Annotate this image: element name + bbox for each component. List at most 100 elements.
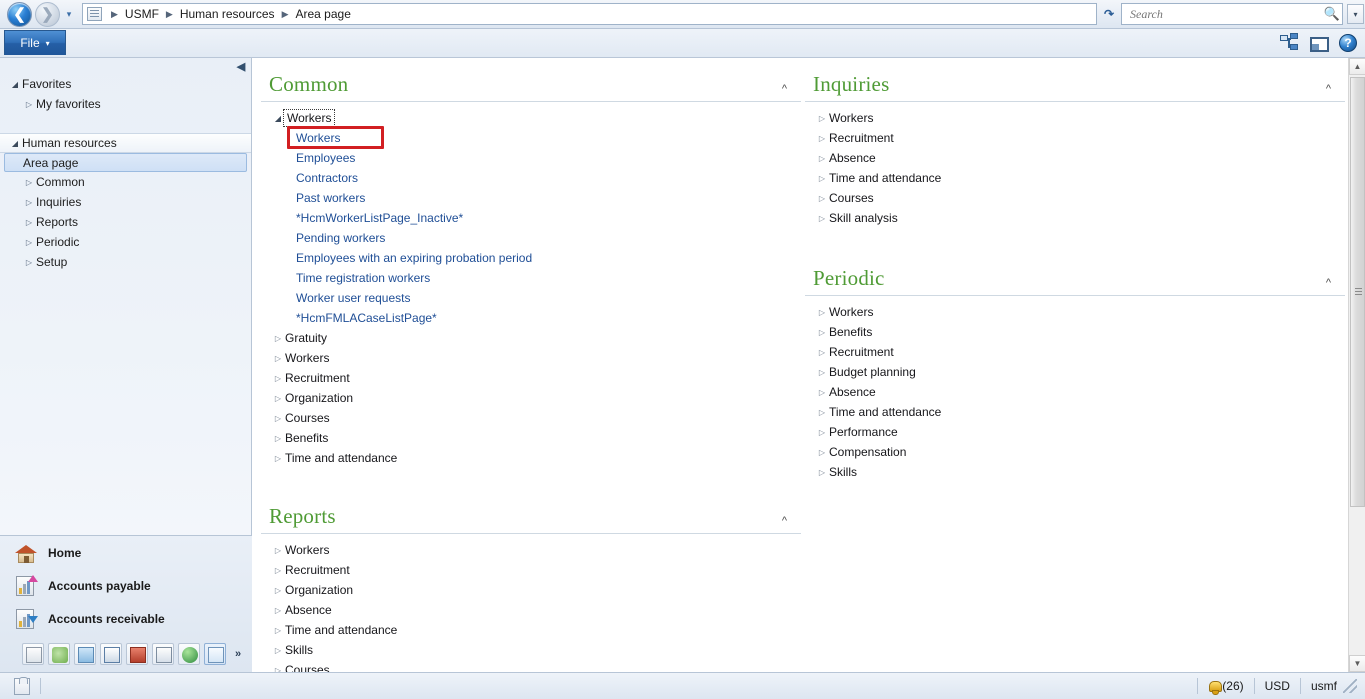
expander-icon[interactable]: ▷: [815, 448, 829, 457]
link-worker-user-requests[interactable]: Worker user requests: [261, 288, 801, 308]
expander-icon[interactable]: ▷: [815, 134, 829, 143]
magnifier-icon[interactable]: 🔍: [1322, 6, 1342, 22]
expander-icon[interactable]: ▷: [271, 434, 285, 443]
expander-icon[interactable]: ▷: [22, 178, 36, 187]
sidebar-item-my-favorites[interactable]: ▷ My favorites: [0, 94, 251, 114]
section-collapse-icon[interactable]: ^: [1326, 277, 1331, 289]
sidebar-item-inquiries[interactable]: ▷ Inquiries: [0, 192, 251, 212]
link-label[interactable]: *HcmWorkerListPage_Inactive*: [295, 211, 464, 225]
link-label[interactable]: Workers: [295, 131, 341, 145]
group-periodic-compensation[interactable]: ▷ Compensation: [805, 442, 1345, 462]
group-workers[interactable]: ◢ Workers: [261, 108, 801, 128]
group-periodic-time-and-attendance[interactable]: ▷ Time and attendance: [805, 402, 1345, 422]
expander-open-icon[interactable]: ◢: [8, 139, 22, 148]
link-label[interactable]: Employees with an expiring probation per…: [295, 251, 533, 265]
attachment-icon[interactable]: [14, 676, 30, 695]
expander-icon[interactable]: ▷: [271, 626, 285, 635]
module-item-accounts-payable[interactable]: Accounts payable: [0, 569, 252, 602]
expander-icon[interactable]: ▷: [22, 100, 36, 109]
group-inquiries-recruitment[interactable]: ▷ Recruitment: [805, 128, 1345, 148]
link-employees-expiring-probation[interactable]: Employees with an expiring probation per…: [261, 248, 801, 268]
group-reports-recruitment[interactable]: ▷ Recruitment: [261, 560, 801, 580]
refresh-icon[interactable]: ↷: [1097, 3, 1121, 25]
scroll-up-button[interactable]: ▲: [1349, 58, 1365, 75]
search-dropdown-caret[interactable]: ▾: [1347, 4, 1364, 24]
sidebar-item-human-resources[interactable]: ◢ Human resources: [0, 133, 251, 153]
link-contractors[interactable]: Contractors: [261, 168, 801, 188]
group-recruitment[interactable]: ▷ Recruitment: [261, 368, 801, 388]
expander-icon[interactable]: ▷: [815, 214, 829, 223]
link-past-workers[interactable]: Past workers: [261, 188, 801, 208]
scroll-down-button[interactable]: ▼: [1349, 655, 1365, 672]
breadcrumb-item-page[interactable]: Area page: [295, 7, 350, 21]
expander-icon[interactable]: ▷: [815, 468, 829, 477]
group-periodic-budget-planning[interactable]: ▷ Budget planning: [805, 362, 1345, 382]
group-reports-time-and-attendance[interactable]: ▷ Time and attendance: [261, 620, 801, 640]
help-icon[interactable]: ?: [1339, 34, 1357, 52]
expander-icon[interactable]: ▷: [815, 328, 829, 337]
bell-icon[interactable]: [1208, 680, 1223, 695]
expander-icon[interactable]: ▷: [815, 408, 829, 417]
expander-open-icon[interactable]: ◢: [271, 114, 285, 123]
expander-icon[interactable]: ▷: [271, 606, 285, 615]
related-information-icon[interactable]: [1280, 33, 1300, 53]
search-box[interactable]: 🔍: [1121, 3, 1343, 25]
expander-icon[interactable]: ▷: [22, 238, 36, 247]
section-collapse-icon[interactable]: ^: [782, 515, 787, 527]
expander-icon[interactable]: ▷: [22, 198, 36, 207]
expander-icon[interactable]: ▷: [815, 194, 829, 203]
collapse-pane-icon[interactable]: ◀: [235, 60, 247, 74]
link-label[interactable]: Time registration workers: [295, 271, 431, 285]
human-resources-icon[interactable]: [204, 643, 226, 665]
group-periodic-performance[interactable]: ▷ Performance: [805, 422, 1345, 442]
section-collapse-icon[interactable]: ^: [1326, 83, 1331, 95]
sidebar-item-reports[interactable]: ▷ Reports: [0, 212, 251, 232]
group-reports-workers[interactable]: ▷ Workers: [261, 540, 801, 560]
group-periodic-absence[interactable]: ▷ Absence: [805, 382, 1345, 402]
general-ledger-icon[interactable]: [100, 643, 122, 665]
module-strip-overflow-icon[interactable]: »: [230, 648, 246, 660]
link-label[interactable]: Pending workers: [295, 231, 386, 245]
expander-icon[interactable]: ▷: [271, 414, 285, 423]
group-inquiries-absence[interactable]: ▷ Absence: [805, 148, 1345, 168]
group-periodic-benefits[interactable]: ▷ Benefits: [805, 322, 1345, 342]
expander-icon[interactable]: ▷: [271, 454, 285, 463]
expander-icon[interactable]: ▷: [815, 174, 829, 183]
group-reports-courses[interactable]: ▷ Courses: [261, 660, 801, 672]
link-workers[interactable]: Workers: [261, 126, 801, 149]
group-reports-organization[interactable]: ▷ Organization: [261, 580, 801, 600]
expander-icon[interactable]: ▷: [22, 258, 36, 267]
sidebar-item-favorites[interactable]: ◢ Favorites: [0, 74, 251, 94]
group-reports-skills[interactable]: ▷ Skills: [261, 640, 801, 660]
group-inquiries-time-and-attendance[interactable]: ▷ Time and attendance: [805, 168, 1345, 188]
group-periodic-workers[interactable]: ▷ Workers: [805, 302, 1345, 322]
expander-open-icon[interactable]: ◢: [8, 80, 22, 89]
forward-arrow-icon[interactable]: ❯: [35, 1, 60, 27]
group-gratuity[interactable]: ▷ Gratuity: [261, 328, 801, 348]
group-periodic-recruitment[interactable]: ▷ Recruitment: [805, 342, 1345, 362]
scrollbar-thumb[interactable]: [1350, 77, 1365, 507]
expander-icon[interactable]: ▷: [815, 154, 829, 163]
link-label[interactable]: Employees: [295, 151, 356, 165]
group-benefits[interactable]: ▷ Benefits: [261, 428, 801, 448]
group-inquiries-skill-analysis[interactable]: ▷ Skill analysis: [805, 208, 1345, 228]
group-time-and-attendance[interactable]: ▷ Time and attendance: [261, 448, 801, 468]
link-label[interactable]: Contractors: [295, 171, 359, 185]
sidebar-item-periodic[interactable]: ▷ Periodic: [0, 232, 251, 252]
expander-icon[interactable]: ▷: [22, 218, 36, 227]
expander-icon[interactable]: ▷: [271, 546, 285, 555]
link-hcmworkerlistpage-inactive[interactable]: *HcmWorkerListPage_Inactive*: [261, 208, 801, 228]
file-menu-button[interactable]: File ▾: [4, 30, 66, 55]
sidebar-item-common[interactable]: ▷ Common: [0, 172, 251, 192]
resize-grip-icon[interactable]: [1343, 679, 1357, 693]
link-label[interactable]: Worker user requests: [295, 291, 412, 305]
breadcrumb[interactable]: ▶ USMF ▶ Human resources ▶ Area page: [82, 3, 1097, 25]
link-employees[interactable]: Employees: [261, 148, 801, 168]
invoice-icon[interactable]: [152, 643, 174, 665]
breadcrumb-item-module[interactable]: Human resources: [180, 7, 275, 21]
history-dropdown-caret[interactable]: ▾: [62, 9, 76, 20]
expander-icon[interactable]: ▷: [271, 354, 285, 363]
sidebar-item-setup[interactable]: ▷ Setup: [0, 252, 251, 272]
inventory-icon[interactable]: [126, 643, 148, 665]
expander-icon[interactable]: ▷: [271, 394, 285, 403]
